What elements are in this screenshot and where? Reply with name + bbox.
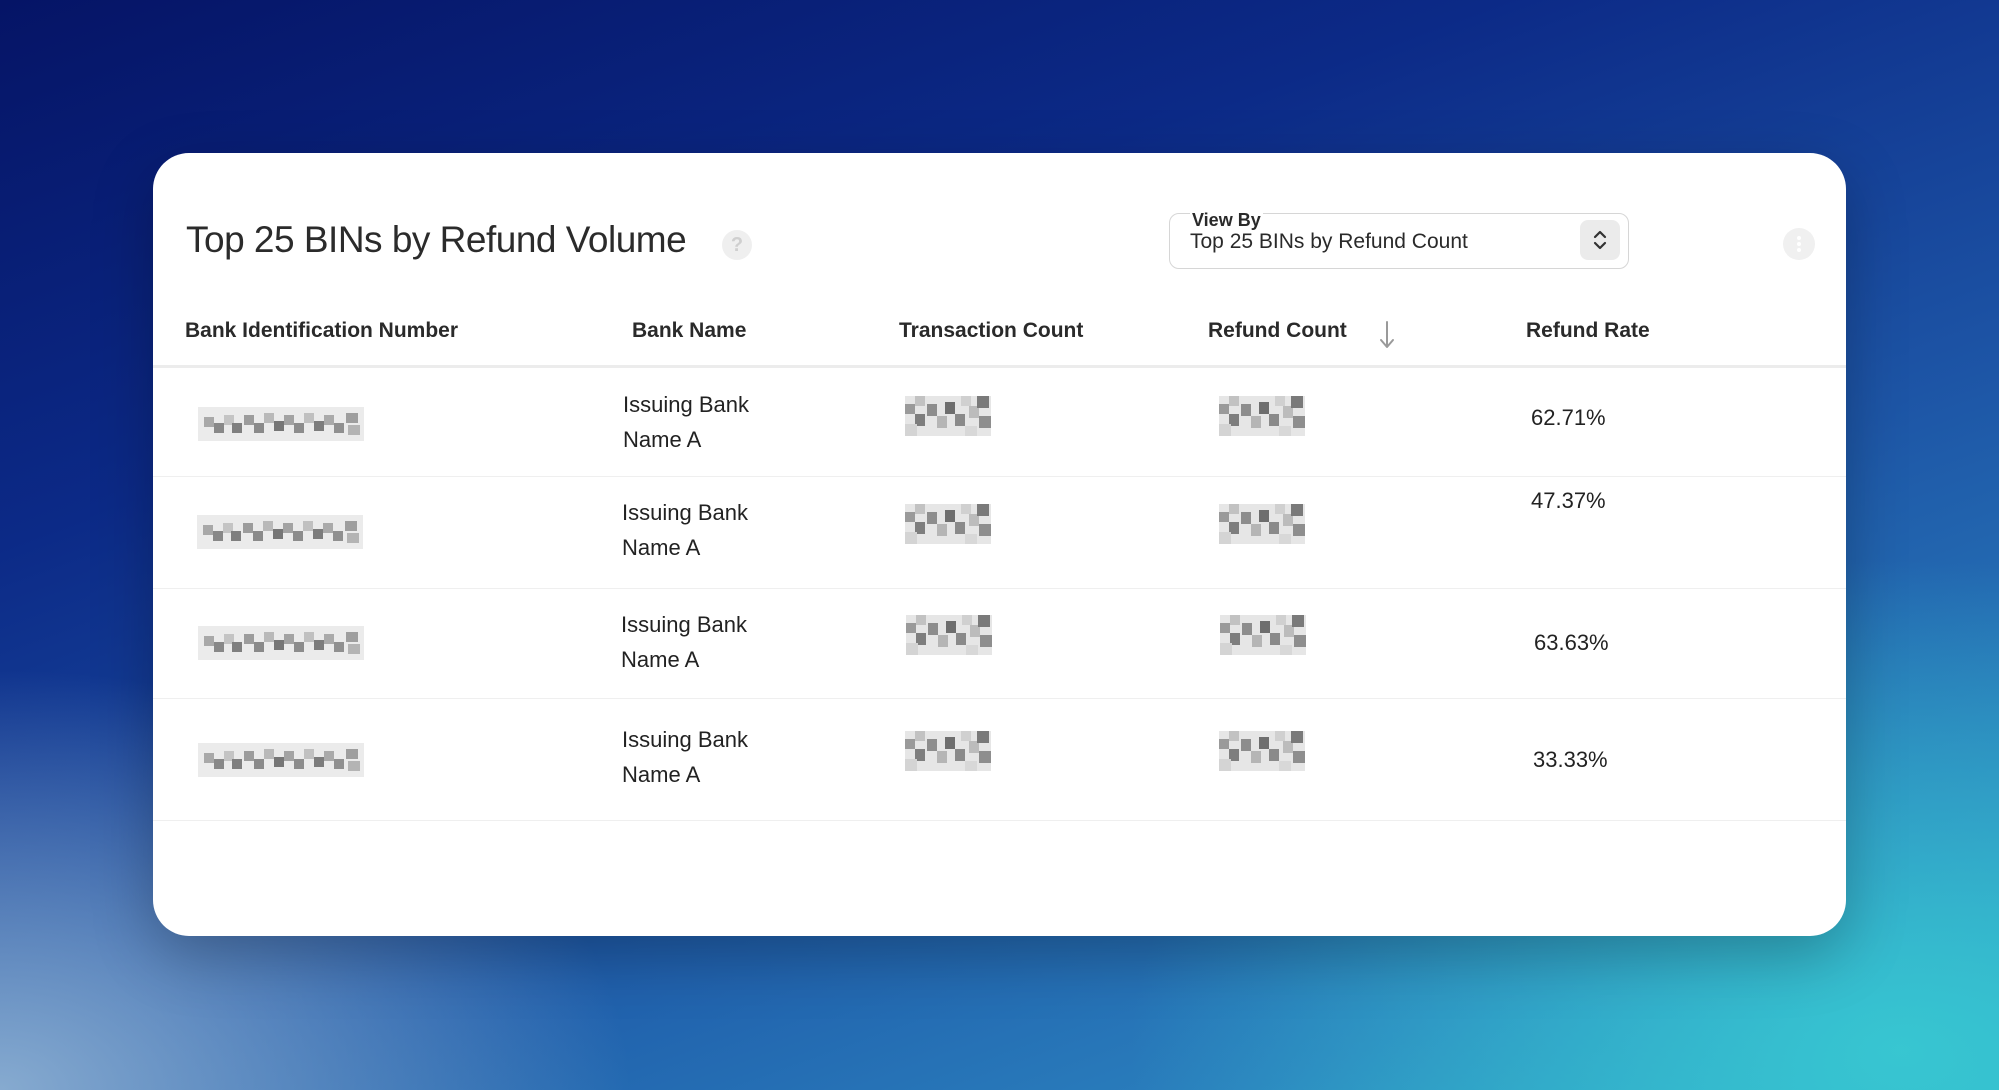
bank-name-line2: Name A xyxy=(623,427,702,452)
view-by-value: Top 25 BINs by Refund Count xyxy=(1190,230,1468,253)
redacted-refund-count xyxy=(1219,396,1305,436)
table-row[interactable]: Issuing Bank Name A 33.33% xyxy=(153,698,1846,821)
bank-name-line2: Name A xyxy=(621,647,700,672)
bank-name-line2: Name A xyxy=(622,535,701,560)
redacted-bin xyxy=(198,626,364,660)
column-header-bin[interactable]: Bank Identification Number xyxy=(185,319,458,343)
redacted-refund-count xyxy=(1220,615,1306,655)
refund-bins-panel: Top 25 BINs by Refund Volume ? View By T… xyxy=(153,153,1846,936)
table-row[interactable]: Issuing Bank Name A 62.71% xyxy=(153,368,1846,477)
bank-name-line1: Issuing Bank xyxy=(622,727,748,752)
column-header-refund-count[interactable]: Refund Count xyxy=(1208,319,1347,343)
bank-name-line1: Issuing Bank xyxy=(622,500,748,525)
more-options-icon[interactable] xyxy=(1783,228,1815,260)
table-row[interactable]: Issuing Bank Name A 63.63% xyxy=(153,588,1846,699)
redacted-transaction-count xyxy=(905,396,991,436)
refund-rate-cell: 47.37% xyxy=(1531,488,1606,513)
bank-name-cell: Issuing Bank Name A xyxy=(621,607,747,677)
bank-name-line1: Issuing Bank xyxy=(621,612,747,637)
sort-descending-icon[interactable] xyxy=(1377,319,1397,351)
bank-name-line1: Issuing Bank xyxy=(623,392,749,417)
column-header-bank-name[interactable]: Bank Name xyxy=(632,319,746,343)
bank-name-cell: Issuing Bank Name A xyxy=(622,722,748,792)
chevron-up-down-icon[interactable] xyxy=(1580,220,1620,260)
bank-name-line2: Name A xyxy=(622,762,701,787)
column-header-refund-rate[interactable]: Refund Rate xyxy=(1526,319,1650,343)
panel-title: Top 25 BINs by Refund Volume xyxy=(186,219,687,260)
redacted-bin xyxy=(197,515,363,549)
column-header-transaction-count[interactable]: Transaction Count xyxy=(899,319,1083,343)
refund-rate-cell: 33.33% xyxy=(1533,747,1608,772)
refund-rate-cell: 63.63% xyxy=(1534,630,1609,655)
redacted-transaction-count xyxy=(905,504,991,544)
view-by-select[interactable]: View By Top 25 BINs by Refund Count xyxy=(1169,210,1629,269)
redacted-transaction-count xyxy=(906,615,992,655)
redacted-transaction-count xyxy=(905,731,991,771)
table-row[interactable]: Issuing Bank Name A 47.37% xyxy=(153,476,1846,589)
redacted-bin xyxy=(198,743,364,777)
redacted-bin xyxy=(198,407,364,441)
redacted-refund-count xyxy=(1219,731,1305,771)
view-by-label: View By xyxy=(1190,210,1263,231)
bank-name-cell: Issuing Bank Name A xyxy=(623,387,749,457)
help-icon[interactable]: ? xyxy=(722,230,752,260)
redacted-refund-count xyxy=(1219,504,1305,544)
refund-rate-cell: 62.71% xyxy=(1531,405,1606,430)
bank-name-cell: Issuing Bank Name A xyxy=(622,495,748,565)
